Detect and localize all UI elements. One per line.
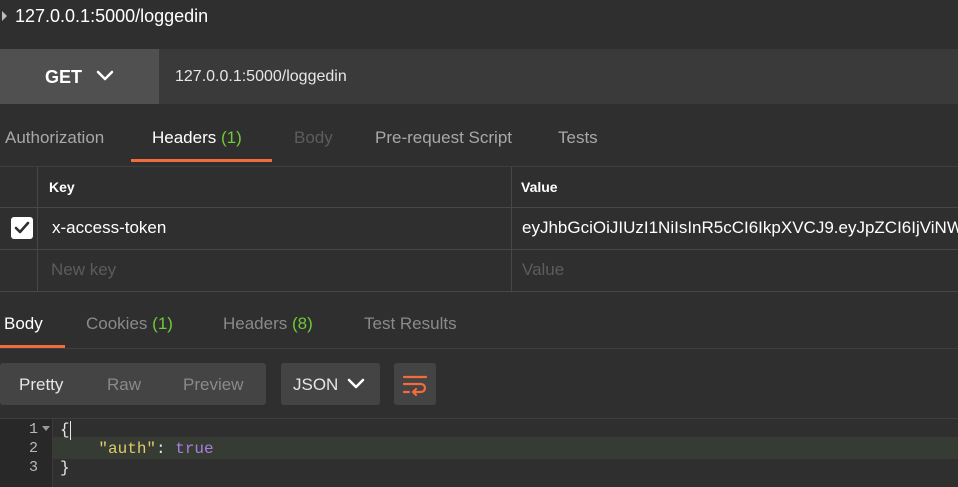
tab-label: Tests — [558, 128, 598, 147]
url-input[interactable] — [160, 49, 958, 104]
json-colon: : — [156, 440, 176, 458]
tab-label: Headers — [152, 128, 217, 147]
code-line[interactable]: "auth": true — [60, 440, 214, 458]
line-number: 2 — [28, 440, 38, 457]
tab-label: Headers — [223, 314, 288, 333]
new-value-input[interactable] — [512, 250, 958, 290]
row-divider — [0, 207, 958, 208]
fold-marker-icon[interactable] — [42, 426, 50, 431]
chevron-down-icon[interactable] — [95, 66, 115, 86]
chevron-down-icon[interactable] — [346, 374, 366, 394]
collapse-caret-icon[interactable] — [2, 11, 7, 21]
response-tab-body[interactable]: Body — [4, 314, 43, 334]
column-header-key: Key — [49, 179, 75, 195]
line-number: 3 — [28, 459, 38, 476]
text-cursor — [70, 421, 71, 440]
divider — [0, 348, 958, 349]
tab-label: Pre-request Script — [375, 128, 512, 147]
json-brace: } — [60, 459, 70, 477]
tab-label: Body — [294, 128, 333, 147]
response-tab-headers[interactable]: Headers (8) — [223, 314, 313, 334]
tab-count-badge: (8) — [292, 314, 313, 333]
tab-label: Test Results — [364, 314, 457, 333]
tab-body[interactable]: Body — [294, 128, 333, 148]
line-number: 1 — [28, 421, 38, 438]
row-divider — [0, 291, 958, 292]
json-key: "auth" — [98, 440, 157, 458]
json-value: true — [175, 440, 214, 458]
tab-authorization[interactable]: Authorization — [5, 128, 104, 148]
tab-count-badge: (1) — [152, 314, 173, 333]
view-raw-button[interactable]: Raw — [107, 375, 141, 395]
json-brace: { — [60, 421, 70, 439]
tab-label: Authorization — [5, 128, 105, 147]
tab-label: Body — [4, 314, 43, 333]
new-key-input[interactable] — [38, 250, 511, 290]
divider — [0, 418, 958, 419]
tab-pre-request-script[interactable]: Pre-request Script — [375, 128, 512, 148]
header-key-cell[interactable]: x-access-token — [52, 218, 166, 238]
column-header-value: Value — [521, 179, 558, 195]
code-line[interactable]: } — [60, 459, 70, 477]
response-tab-test-results[interactable]: Test Results — [364, 314, 457, 334]
view-preview-button[interactable]: Preview — [183, 375, 243, 395]
tab-count-badge: (1) — [221, 128, 242, 147]
tab-headers[interactable]: Headers (1) — [152, 128, 242, 148]
format-label[interactable]: JSON — [293, 375, 338, 395]
wrap-lines-icon[interactable] — [401, 371, 429, 397]
tab-label: Cookies — [86, 314, 148, 333]
header-value-cell[interactable]: eyJhbGciOiJIUzI1NiIsInR5cCI6IkpXVCJ9.eyJ… — [522, 218, 958, 238]
view-pretty-button[interactable]: Pretty — [19, 375, 63, 395]
table-header-row — [0, 167, 958, 207]
active-tab-indicator — [131, 159, 272, 162]
response-tab-cookies[interactable]: Cookies (1) — [86, 314, 173, 334]
code-line[interactable]: { — [60, 421, 70, 439]
check-icon — [14, 221, 30, 234]
header-enabled-checkbox[interactable] — [11, 217, 33, 239]
tab-tests[interactable]: Tests — [558, 128, 598, 148]
method-label[interactable]: GET — [45, 67, 82, 88]
request-title[interactable]: 127.0.0.1:5000/loggedin — [15, 6, 208, 27]
